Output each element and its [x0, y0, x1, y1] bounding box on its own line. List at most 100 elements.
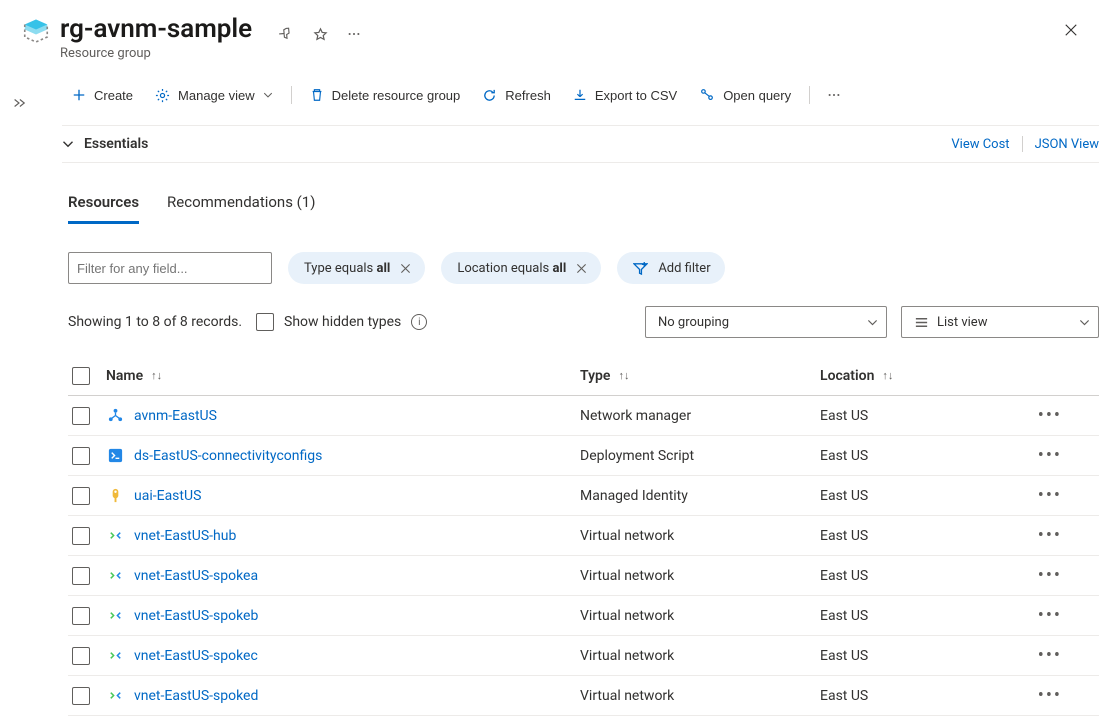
refresh-label: Refresh — [505, 88, 551, 103]
more-header-button[interactable] — [338, 18, 370, 50]
row-more-button[interactable]: ••• — [1020, 525, 1070, 546]
resource-type: Virtual network — [580, 608, 820, 624]
row-checkbox[interactable] — [72, 567, 90, 585]
col-location-label: Location — [820, 368, 874, 384]
separator — [1022, 136, 1023, 152]
col-location[interactable]: Location ↑↓ — [820, 368, 1020, 384]
create-button[interactable]: Create — [62, 79, 143, 111]
resource-link[interactable]: avnm-EastUS — [134, 408, 217, 424]
row-more-button[interactable]: ••• — [1020, 685, 1070, 706]
ellipsis-icon — [827, 88, 841, 102]
view-cost-link[interactable]: View Cost — [951, 137, 1009, 152]
favorite-button[interactable] — [304, 18, 336, 50]
records-count: Showing 1 to 8 of 8 records. — [68, 314, 242, 330]
filter-loc-value: all — [552, 261, 566, 276]
row-more-button[interactable]: ••• — [1020, 565, 1070, 586]
info-icon[interactable]: i — [411, 314, 427, 330]
add-filter-button[interactable]: Add filter — [617, 252, 724, 284]
pin-button[interactable] — [270, 18, 302, 50]
chevron-down-icon — [1079, 317, 1090, 328]
filter-pill-type[interactable]: Type equals all — [288, 252, 425, 284]
row-more-button[interactable]: ••• — [1020, 445, 1070, 466]
grouping-value: No grouping — [658, 315, 729, 330]
expand-chevron-button[interactable] — [8, 92, 30, 114]
filter-input[interactable] — [68, 252, 272, 284]
col-name[interactable]: Name ↑↓ — [106, 368, 580, 384]
row-more-button[interactable]: ••• — [1020, 645, 1070, 666]
chevron-down-icon — [62, 138, 74, 150]
delete-rg-button[interactable]: Delete resource group — [300, 79, 471, 111]
list-icon — [914, 315, 929, 330]
essentials-toggle[interactable]: Essentials — [62, 136, 148, 152]
select-all-checkbox[interactable] — [72, 367, 90, 385]
resource-type: Virtual network — [580, 568, 820, 584]
resource-icon — [106, 647, 124, 665]
chevron-down-icon — [263, 90, 273, 100]
resource-location: East US — [820, 448, 1020, 464]
row-checkbox[interactable] — [72, 527, 90, 545]
tab-recommendations[interactable]: Recommendations (1) — [167, 193, 315, 224]
show-hidden-label: Show hidden types — [284, 314, 401, 330]
refresh-icon — [482, 88, 497, 103]
essentials-section: Essentials View Cost JSON View — [0, 126, 1111, 162]
col-type-label: Type — [580, 368, 610, 384]
table-row: vnet-EastUS-hubVirtual networkEast US••• — [68, 516, 1099, 556]
resource-icon — [106, 487, 124, 505]
resource-type: Network manager — [580, 408, 820, 424]
resource-link[interactable]: vnet-EastUS-spokea — [134, 568, 258, 584]
close-icon[interactable] — [400, 263, 411, 274]
plus-icon — [72, 88, 86, 102]
row-checkbox[interactable] — [72, 447, 90, 465]
export-csv-label: Export to CSV — [595, 88, 677, 103]
table-row: uai-EastUSManaged IdentityEast US••• — [68, 476, 1099, 516]
manage-view-button[interactable]: Manage view — [145, 79, 283, 111]
toolbar-separator — [291, 86, 292, 104]
trash-icon — [310, 88, 324, 102]
row-more-button[interactable]: ••• — [1020, 405, 1070, 426]
view-dropdown[interactable]: List view — [901, 306, 1099, 338]
row-more-button[interactable]: ••• — [1020, 485, 1070, 506]
resource-type: Virtual network — [580, 528, 820, 544]
tab-resources[interactable]: Resources — [68, 193, 139, 224]
resource-link[interactable]: vnet-EastUS-spokec — [134, 648, 258, 664]
close-icon[interactable] — [576, 263, 587, 274]
overflow-button[interactable] — [818, 79, 850, 111]
row-checkbox[interactable] — [72, 647, 90, 665]
close-button[interactable] — [1055, 14, 1087, 46]
resource-icon — [106, 567, 124, 585]
resource-link[interactable]: vnet-EastUS-hub — [134, 528, 236, 544]
show-hidden-checkbox[interactable] — [256, 313, 274, 331]
resource-type: Deployment Script — [580, 448, 820, 464]
resource-location: East US — [820, 688, 1020, 704]
resource-link[interactable]: uai-EastUS — [134, 488, 201, 504]
open-query-button[interactable]: Open query — [689, 79, 801, 111]
col-name-label: Name — [106, 368, 143, 384]
resource-type: Managed Identity — [580, 488, 820, 504]
row-checkbox[interactable] — [72, 407, 90, 425]
add-filter-label: Add filter — [658, 261, 710, 276]
export-csv-button[interactable]: Export to CSV — [563, 79, 687, 111]
row-checkbox[interactable] — [72, 607, 90, 625]
resource-link[interactable]: ds-EastUS-connectivityconfigs — [134, 448, 322, 464]
sort-icon: ↑↓ — [882, 369, 893, 382]
resource-type: Virtual network — [580, 688, 820, 704]
row-checkbox[interactable] — [72, 487, 90, 505]
resource-link[interactable]: vnet-EastUS-spoked — [134, 688, 258, 704]
resource-location: East US — [820, 648, 1020, 664]
col-type[interactable]: Type ↑↓ — [580, 368, 820, 384]
row-more-button[interactable]: ••• — [1020, 605, 1070, 626]
json-view-link[interactable]: JSON View — [1035, 137, 1099, 152]
delete-rg-label: Delete resource group — [332, 88, 461, 103]
row-checkbox[interactable] — [72, 687, 90, 705]
refresh-button[interactable]: Refresh — [472, 79, 561, 111]
manage-view-label: Manage view — [178, 88, 255, 103]
table-row: avnm-EastUSNetwork managerEast US••• — [68, 396, 1099, 436]
filter-pill-location[interactable]: Location equals all — [441, 252, 601, 284]
command-bar: Create Manage view Delete resource group… — [0, 61, 1111, 125]
tab-bar: Resources Recommendations (1) — [0, 163, 1111, 224]
table-row: vnet-EastUS-spoked Virtual networkEast US… — [68, 676, 1099, 716]
table-row: vnet-EastUS-spokebVirtual networkEast US… — [68, 596, 1099, 636]
resource-link[interactable]: vnet-EastUS-spokeb — [134, 608, 258, 624]
grouping-dropdown[interactable]: No grouping — [645, 306, 887, 338]
gear-icon — [155, 88, 170, 103]
